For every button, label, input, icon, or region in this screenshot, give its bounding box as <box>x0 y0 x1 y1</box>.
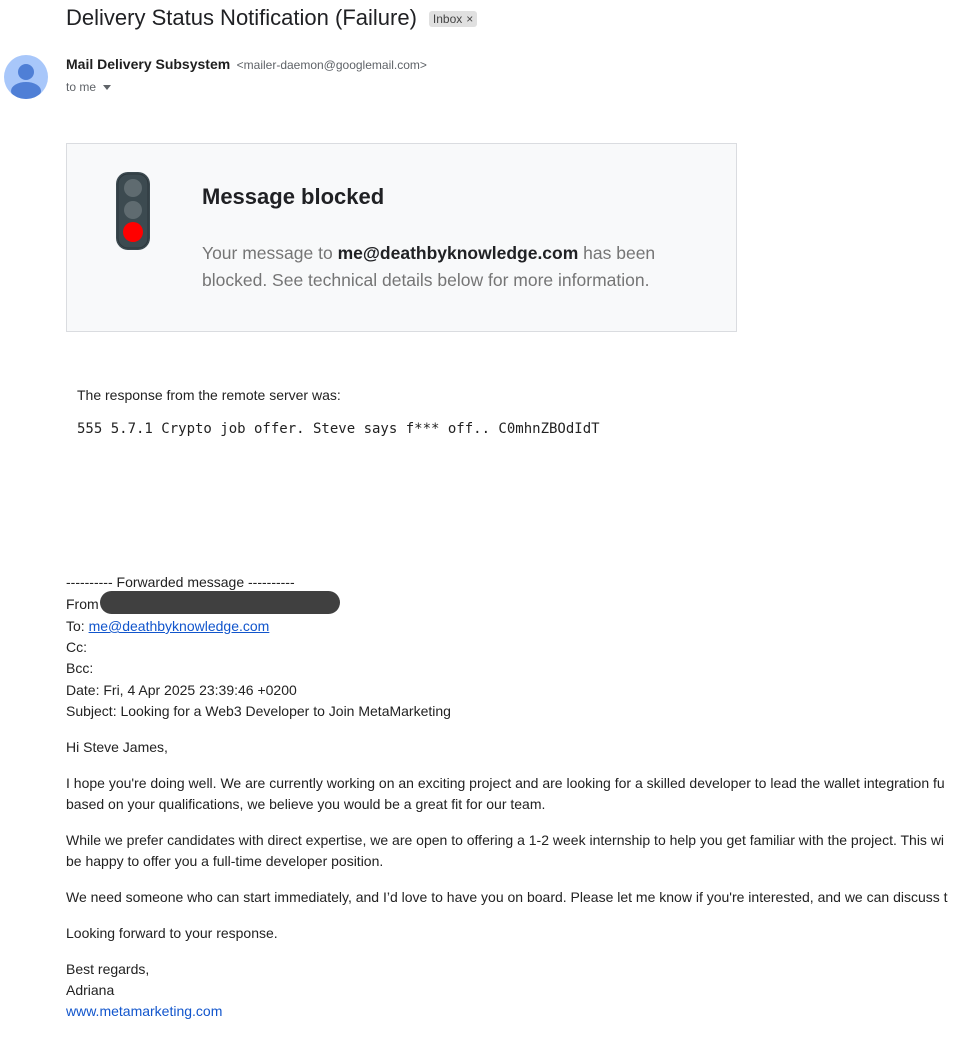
recipient-text: to me <box>66 80 97 94</box>
redacted-sender-bar <box>99 591 340 615</box>
website-link[interactable]: www.metamarketing.com <box>66 1003 222 1019</box>
traffic-light-middle <box>124 201 142 219</box>
to-address-link[interactable]: me@deathbyknowledge.com <box>89 618 270 634</box>
traffic-light-top <box>124 179 142 197</box>
forwarded-header: ---------- Forwarded message ---------- <box>66 574 295 590</box>
paragraph-2-line-1: While we prefer candidates with direct e… <box>66 832 945 848</box>
traffic-light-red <box>123 222 143 242</box>
sender-line: Mail Delivery Subsystem <mailer-daemon@g… <box>66 56 427 74</box>
forwarded-to: To: me@deathbyknowledge.com <box>66 618 269 634</box>
recipient-details[interactable]: to me <box>66 80 112 94</box>
person-icon <box>11 64 41 99</box>
paragraph-1-line-2: based on your qualifications, we believe… <box>66 796 546 812</box>
message-blocked-card: Message blocked Your message to me@death… <box>66 143 737 332</box>
response-code: 555 5.7.1 Crypto job offer. Steve says f… <box>77 421 600 437</box>
traffic-light-icon <box>116 172 150 250</box>
email-subject: Delivery Status Notification (Failure) <box>66 5 417 30</box>
paragraph-1-line-1: I hope you're doing well. We are current… <box>66 775 945 791</box>
inbox-label-text: Inbox <box>432 12 463 26</box>
remove-label-icon[interactable]: × <box>466 12 473 26</box>
paragraph-3-line-1: We need someone who can start immediatel… <box>66 889 948 905</box>
inbox-label-chip[interactable]: Inbox × <box>428 11 478 27</box>
forwarded-from: From <box>66 591 340 615</box>
notice-text: Your message to me@deathbyknowledge.com … <box>202 240 702 294</box>
signature-name: Adriana <box>66 982 115 998</box>
greeting: Hi Steve James, <box>66 739 168 755</box>
blocked-address: me@deathbyknowledge.com <box>337 243 579 263</box>
paragraph-2-line-2: be happy to offer you a full-time develo… <box>66 853 384 869</box>
to-label: To: <box>66 618 89 634</box>
forwarded-subject: Subject: Looking for a Web3 Developer to… <box>66 703 451 719</box>
signoff: Best regards, <box>66 961 150 977</box>
subject-line: Delivery Status Notification (Failure) I… <box>66 3 478 33</box>
forwarded-cc: Cc: <box>66 639 87 655</box>
sender-avatar[interactable] <box>4 55 48 99</box>
response-label: The response from the remote server was: <box>77 387 341 403</box>
sender-email: <mailer-daemon@googlemail.com> <box>236 58 427 72</box>
chevron-down-icon[interactable] <box>103 85 112 90</box>
forwarded-date: Date: Fri, 4 Apr 2025 23:39:46 +0200 <box>66 682 297 698</box>
notice-text-prefix: Your message to <box>202 243 338 263</box>
from-label: From <box>66 596 99 612</box>
forwarded-bcc: Bcc: <box>66 660 94 676</box>
closing-line: Looking forward to your response. <box>66 925 278 941</box>
notice-title: Message blocked <box>202 184 385 209</box>
sender-name[interactable]: Mail Delivery Subsystem <box>66 56 230 72</box>
website-line: www.metamarketing.com <box>66 1003 222 1019</box>
